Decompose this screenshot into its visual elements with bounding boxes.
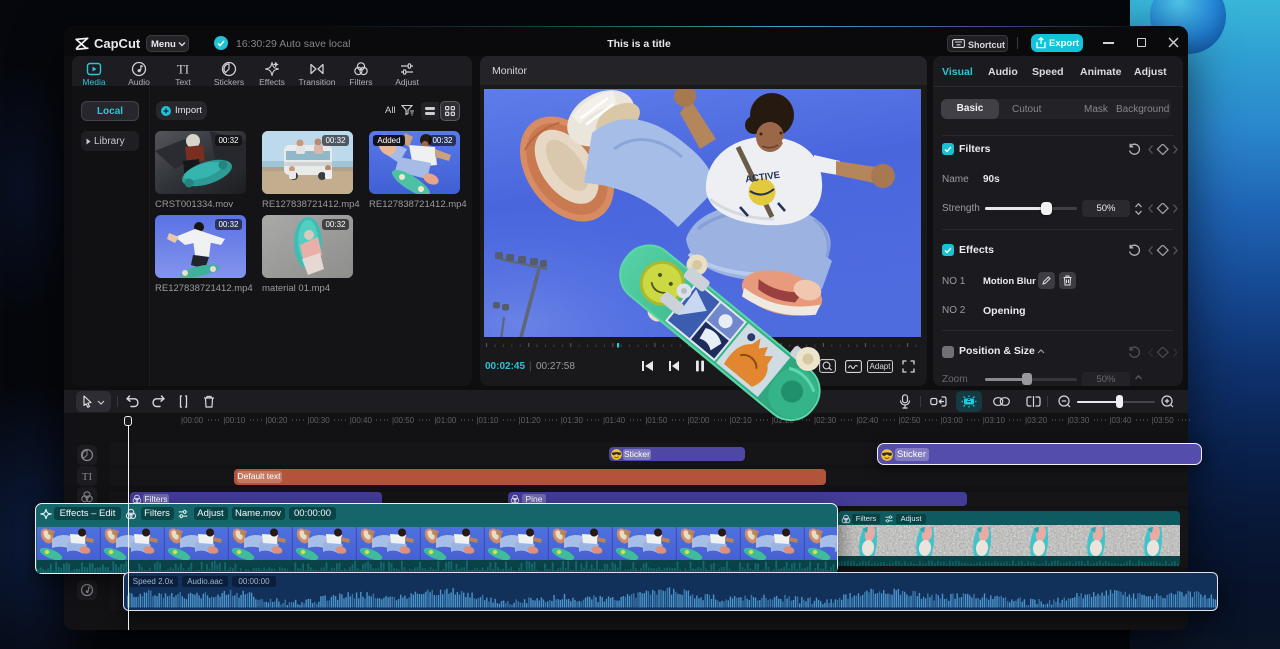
svg-text:TI: TI: [177, 62, 189, 77]
svg-text:TI: TI: [82, 471, 93, 483]
